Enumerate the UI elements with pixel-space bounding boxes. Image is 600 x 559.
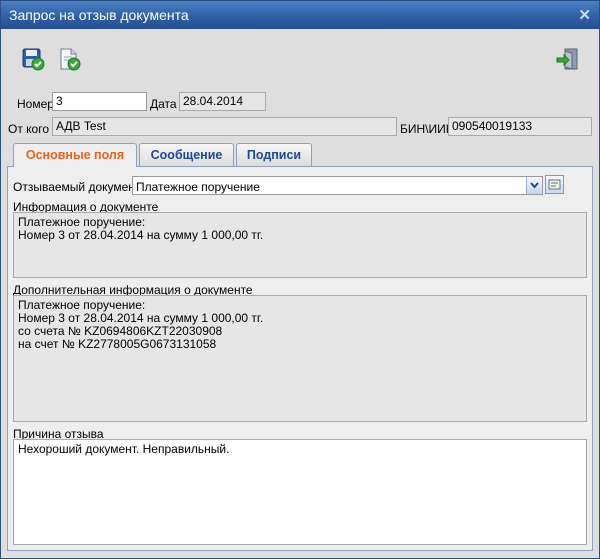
dropdown-button[interactable] xyxy=(526,177,542,194)
tab-signatures[interactable]: Подписи xyxy=(236,143,312,166)
number-label: Номер xyxy=(17,97,54,111)
tab-message[interactable]: Сообщение xyxy=(139,143,234,166)
bin-label: БИН\ИИН xyxy=(400,122,455,136)
close-icon[interactable]: ✕ xyxy=(578,6,591,24)
date-field[interactable]: 28.04.2014 xyxy=(179,92,266,111)
from-label: От кого xyxy=(8,122,50,136)
bin-field: 090540019133 xyxy=(448,117,592,136)
save-button[interactable] xyxy=(21,47,45,71)
document-info-area[interactable]: Платежное поручение: Номер 3 от 28.04.20… xyxy=(13,212,587,278)
number-input[interactable]: 3 xyxy=(52,92,147,111)
chevron-down-icon xyxy=(530,182,539,189)
verify-document-button[interactable] xyxy=(57,47,81,71)
tab-main-fields[interactable]: Основные поля xyxy=(13,143,137,167)
recalled-document-label: Отзываемый документ xyxy=(13,180,141,194)
title-bar[interactable]: Запрос на отзыв документа ✕ xyxy=(1,1,599,29)
reason-textarea[interactable]: Нехороший документ. Неправильный. xyxy=(13,439,587,545)
additional-info-area[interactable]: Платежное поручение: Номер 3 от 28.04.20… xyxy=(13,295,587,422)
exit-door-icon xyxy=(556,48,578,70)
open-document-button[interactable] xyxy=(545,175,564,194)
save-check-icon xyxy=(22,48,45,71)
window-title: Запрос на отзыв документа xyxy=(9,7,189,23)
dialog-window: Запрос на отзыв документа ✕ Номер 3 Дата… xyxy=(0,0,600,559)
exit-button[interactable] xyxy=(556,47,580,71)
date-label: Дата xyxy=(150,97,177,111)
recalled-document-select[interactable]: Платежное поручение xyxy=(132,176,543,195)
open-document-icon xyxy=(548,179,561,190)
from-field: АДВ Test xyxy=(52,117,397,136)
recalled-document-value: Платежное поручение xyxy=(136,180,260,194)
document-check-icon xyxy=(60,48,81,71)
